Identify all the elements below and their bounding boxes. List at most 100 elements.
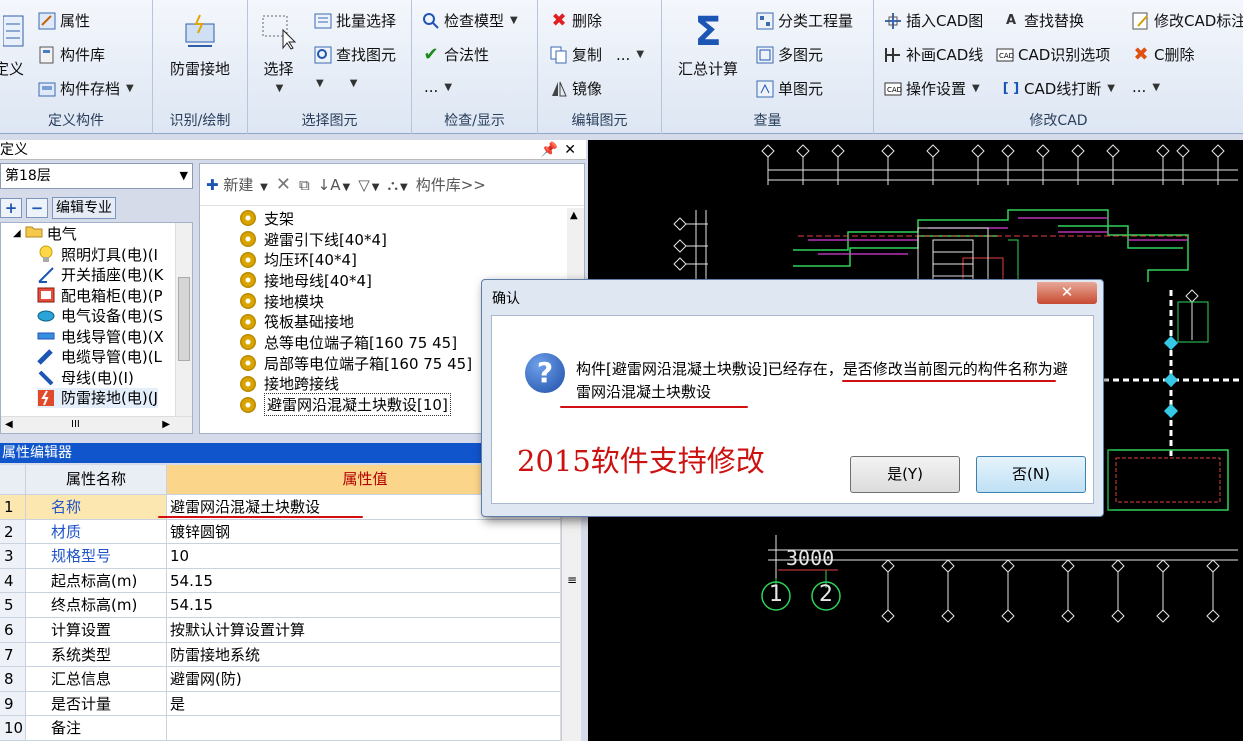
tree-item-lighting[interactable]: 照明灯具(电)(I: [37, 244, 158, 264]
new-component-button[interactable]: ✚ 新建 ▼: [206, 174, 268, 195]
select-more-button[interactable]: ▼ ▼: [314, 78, 357, 89]
define-button[interactable]: 定义: [0, 12, 24, 79]
table-row[interactable]: 8 汇总信息 避雷网(防): [0, 667, 560, 692]
chevron-down-icon: ▼: [636, 49, 645, 60]
filter-icon[interactable]: ▽ ▼: [358, 176, 379, 194]
tree-item-distribution-box[interactable]: 配电箱柜(电)(P: [37, 285, 163, 305]
floor-select[interactable]: 第18层 ▼: [0, 163, 193, 189]
tree-horizontal-scrollbar[interactable]: ◀ III ▶: [1, 416, 192, 433]
dialog-body: ? 构件[避雷网沿混凝土块敷设]已经存在，是否修改当前图元的构件名称为避雷网沿混…: [491, 315, 1094, 504]
confirm-dialog: 确认 ✕ ? 构件[避雷网沿混凝土块敷设]已经存在，是否修改当前图元的构件名称为…: [481, 279, 1104, 517]
edit-specialty-button[interactable]: 编辑专业: [52, 197, 116, 219]
group-label-edit: 编辑图元: [571, 113, 628, 129]
tree-vertical-scrollbar[interactable]: [175, 223, 192, 417]
close-icon[interactable]: ✕: [564, 140, 576, 160]
tree-item-wire-conduit[interactable]: 电线导管(电)(X: [37, 326, 164, 346]
tree-item-electrical-equipment[interactable]: 电气设备(电)(S: [37, 306, 163, 326]
component-item-main-terminal-box[interactable]: 总等电位端子箱[160 75 45]: [240, 332, 472, 353]
component-item-bracket[interactable]: 支架: [240, 208, 472, 229]
insert-cad-button[interactable]: 插入CAD图: [884, 10, 983, 31]
scroll-up-icon[interactable]: ▲: [570, 210, 578, 221]
cad-more-button[interactable]: ... ▼: [1132, 78, 1160, 96]
c-delete-button[interactable]: ✖ C删除: [1132, 44, 1194, 65]
multi-element-button[interactable]: 多图元: [756, 44, 823, 65]
component-item-bonding-jumper[interactable]: 接地跨接线: [240, 374, 472, 395]
attribute-button[interactable]: 属性: [38, 10, 90, 31]
component-gear-icon: [240, 313, 256, 330]
component-item-raft-grounding[interactable]: 筏板基础接地: [240, 311, 472, 332]
component-item-equalizing-ring[interactable]: 均压环[40*4]: [240, 249, 472, 270]
table-row[interactable]: 10 备注: [0, 716, 560, 741]
dialog-close-button[interactable]: ✕: [1037, 282, 1097, 304]
check-model-icon: [422, 12, 440, 30]
find-replace-button[interactable]: A 查找替换: [1002, 10, 1084, 31]
cad-recognition-options-button[interactable]: CAD CAD识别选项: [996, 44, 1110, 65]
insert-cad-icon: [884, 12, 902, 30]
component-item-down-conductor[interactable]: 避雷引下线[40*4]: [240, 229, 472, 250]
table-row[interactable]: 7 系统类型 防雷接地系统: [0, 642, 560, 668]
chevron-down-icon: ▼: [972, 83, 980, 94]
summary-calc-button[interactable]: Σ 汇总计算: [672, 9, 744, 79]
scroll-right-icon[interactable]: ▶: [162, 419, 170, 430]
tree-item-switch-socket[interactable]: 开关插座(电)(K: [37, 265, 163, 285]
copy-button[interactable]: 复制 ... ▼: [550, 44, 644, 65]
component-item-ground-module[interactable]: 接地模块: [240, 291, 472, 312]
copy-icon: [550, 46, 568, 64]
tree-item-busbar[interactable]: 母线(电)(I): [37, 367, 134, 387]
redraw-cad-line-button[interactable]: 补画CAD线: [884, 44, 983, 65]
header-property-name: 属性名称: [26, 465, 167, 494]
component-item-lightning-net[interactable]: 避雷网沿混凝土块敷设[10]: [240, 393, 472, 417]
single-element-button[interactable]: 单图元: [756, 78, 823, 99]
cad-line-break-button[interactable]: [ ] CAD线打断 ▼: [1002, 78, 1115, 99]
ribbon-group-identify: 防雷接地 识别/绘制: [153, 0, 248, 134]
component-library-link[interactable]: 构件库>>: [416, 174, 486, 195]
check-model-button[interactable]: 检查模型 ▼: [422, 10, 518, 31]
lightning-grounding-button[interactable]: 防雷接地: [165, 12, 235, 79]
tree-item-cable-conduit[interactable]: 电缆导管(电)(L: [37, 347, 162, 367]
check-more-button[interactable]: ... ▼: [424, 78, 452, 96]
expand-all-button[interactable]: +: [0, 198, 22, 218]
no-button[interactable]: 否(N): [976, 456, 1086, 493]
table-row[interactable]: 9 是否计量是: [0, 691, 560, 717]
chevron-down-icon: ▼: [126, 83, 134, 94]
find-component-icon[interactable]: ⛬ ▼: [387, 176, 407, 194]
tree-root-electrical[interactable]: ◢ 电气: [13, 223, 77, 243]
batch-select-button[interactable]: 批量选择: [314, 10, 396, 31]
property-table: 属性名称 属性值 1 名称 避雷网沿混凝土块敷设 2 材质 镀锌圆钢 3 规格型号 10 4…: [0, 465, 560, 741]
group-label-cad: 修改CAD: [1029, 113, 1088, 129]
mirror-button[interactable]: 镜像: [550, 78, 602, 99]
component-library-button[interactable]: 构件库: [38, 44, 105, 65]
ribbon-group-check: 检查模型 ▼ ✔ 合法性 ... ▼ 检查/显示: [412, 0, 538, 134]
batch-select-icon: [314, 12, 332, 30]
component-item-ground-busbar[interactable]: 接地母线[40*4]: [240, 270, 472, 291]
find-element-button[interactable]: 查找图元: [314, 44, 396, 65]
select-button[interactable]: 选择 ▼: [256, 12, 301, 94]
tree-item-lightning-grounding[interactable]: 防雷接地(电)(J: [37, 387, 158, 408]
delete-button[interactable]: ✖ 删除: [550, 10, 602, 31]
table-row[interactable]: 3 规格型号 10: [0, 544, 560, 569]
collapse-all-button[interactable]: −: [26, 198, 48, 218]
delete-component-icon[interactable]: ✕: [276, 174, 291, 195]
table-row[interactable]: 6 计算设置 按默认计算设置计算: [0, 617, 560, 643]
classified-quantity-button[interactable]: 分类工程量: [756, 10, 853, 31]
table-row[interactable]: 2 材质 镀锌圆钢: [0, 519, 560, 545]
table-row[interactable]: 5 终点标高(m) 54.15: [0, 593, 560, 618]
component-item-local-terminal-box[interactable]: 局部等电位端子箱[160 75 45]: [240, 353, 472, 374]
component-gear-icon: [240, 375, 256, 392]
component-archive-button[interactable]: 构件存档 ▼: [38, 78, 134, 99]
cad-annotation-icon: [1132, 12, 1150, 30]
tree-scroll-thumb[interactable]: [178, 277, 190, 361]
copy-component-icon[interactable]: ⧉: [299, 176, 310, 194]
pin-icon[interactable]: 📌: [541, 140, 558, 160]
chevron-down-icon: ▼: [349, 78, 358, 89]
lightning-protection-icon: [180, 12, 220, 52]
scroll-left-icon[interactable]: ◀: [5, 419, 13, 430]
operation-settings-button[interactable]: CAD 操作设置 ▼: [884, 78, 980, 99]
sort-icon[interactable]: ↓A ▼: [318, 176, 351, 194]
validity-button[interactable]: ✔ 合法性: [422, 44, 489, 65]
library-icon: [38, 46, 56, 64]
table-row[interactable]: 4 起点标高(m) 54.15: [0, 568, 560, 594]
component-gear-icon: [240, 334, 256, 351]
yes-button[interactable]: 是(Y): [850, 456, 960, 493]
modify-cad-annotation-button[interactable]: 修改CAD标注: [1132, 10, 1243, 31]
